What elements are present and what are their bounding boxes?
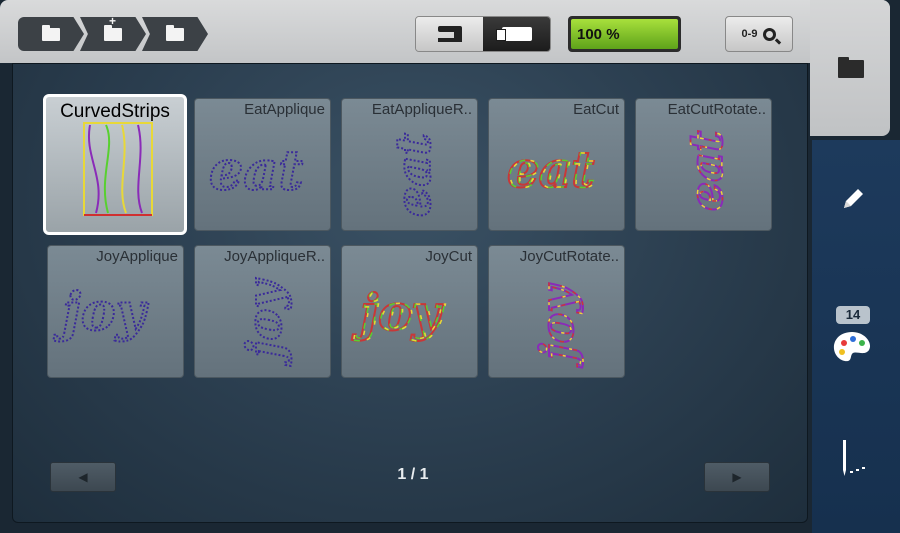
- design-thumbnail: eat eat eat: [678, 130, 734, 212]
- needle-icon[interactable]: [838, 438, 872, 478]
- search-label: 0-9: [741, 28, 758, 40]
- design-name: JoyApplique: [96, 248, 178, 265]
- card-view-button[interactable]: [483, 17, 550, 51]
- chevron-right-icon: ▶: [732, 470, 742, 484]
- design-thumbnail: eat: [208, 137, 304, 203]
- machine-view-button[interactable]: [416, 17, 483, 51]
- breadcrumb-root[interactable]: [18, 17, 84, 51]
- design-thumbnail: joy: [236, 277, 294, 367]
- svg-text:joy: joy: [530, 283, 584, 368]
- svg-text:eat: eat: [209, 138, 303, 202]
- folder-icon: [42, 24, 60, 41]
- design-name: JoyCut: [425, 248, 472, 265]
- design-tile[interactable]: CurvedStrips: [43, 94, 187, 235]
- zoom-label: 100 %: [577, 25, 620, 43]
- design-thumbnail: eat eat eat: [506, 139, 597, 200]
- breadcrumb-current-folder[interactable]: [142, 17, 208, 51]
- breadcrumb: [18, 17, 208, 51]
- design-tile[interactable]: joy joy joy JoyCut: [341, 245, 478, 378]
- view-toggle: [415, 16, 551, 52]
- design-name: EatApplique: [244, 101, 325, 118]
- design-name: EatCutRotate..: [667, 101, 766, 118]
- open-folder-button[interactable]: [838, 57, 864, 78]
- search-button[interactable]: 0-9: [725, 16, 793, 52]
- page-indicator: 1 / 1: [397, 466, 429, 483]
- folder-icon: [166, 24, 184, 41]
- design-thumbnail: eat: [385, 132, 443, 218]
- svg-text:joy: joy: [53, 282, 149, 343]
- folder-plus-icon: [104, 17, 122, 41]
- svg-text:joy: joy: [353, 283, 445, 342]
- sewing-machine-icon: [437, 26, 462, 42]
- svg-text:eat: eat: [679, 131, 733, 211]
- svg-text:eat: eat: [509, 140, 596, 199]
- folder-icon: [838, 57, 864, 78]
- embroidery-card-icon: [495, 27, 532, 41]
- design-name: EatAppliqueR..: [371, 101, 472, 118]
- design-thumbnail: joy joy joy: [350, 282, 446, 343]
- design-tile[interactable]: eat EatAppliqueR..: [341, 98, 478, 231]
- design-thumbnail: joy joy joy: [529, 282, 585, 369]
- design-tile[interactable]: joy JoyAppliqueR..: [194, 245, 331, 378]
- color-count-badge: 14: [836, 306, 870, 324]
- design-tile[interactable]: joy JoyApplique: [47, 245, 184, 378]
- pencil-icon[interactable]: [840, 186, 866, 212]
- breadcrumb-new-folder[interactable]: [80, 17, 146, 51]
- svg-text:joy: joy: [237, 278, 293, 366]
- zoom-indicator[interactable]: 100 %: [568, 16, 681, 52]
- design-tile[interactable]: eat eat eat EatCutRotate..: [635, 98, 772, 231]
- next-page-button[interactable]: ▶: [704, 462, 770, 492]
- design-thumbnail: joy: [52, 281, 150, 344]
- chevron-left-icon: ◀: [78, 470, 88, 484]
- design-name: JoyCutRotate..: [519, 248, 619, 265]
- design-tile[interactable]: eat EatApplique: [194, 98, 331, 231]
- design-tile[interactable]: joy joy joy JoyCutRotate..: [488, 245, 625, 378]
- palette-icon: [833, 332, 871, 362]
- prev-page-button[interactable]: ◀: [50, 462, 116, 492]
- design-name: CurvedStrips: [60, 101, 170, 122]
- color-palette-button[interactable]: 14: [832, 306, 872, 366]
- search-icon: [763, 27, 777, 41]
- svg-text:eat: eat: [386, 133, 442, 217]
- design-name: JoyAppliqueR..: [224, 248, 325, 265]
- design-name: EatCut: [573, 101, 619, 118]
- design-tile[interactable]: eat eat eat EatCut: [488, 98, 625, 231]
